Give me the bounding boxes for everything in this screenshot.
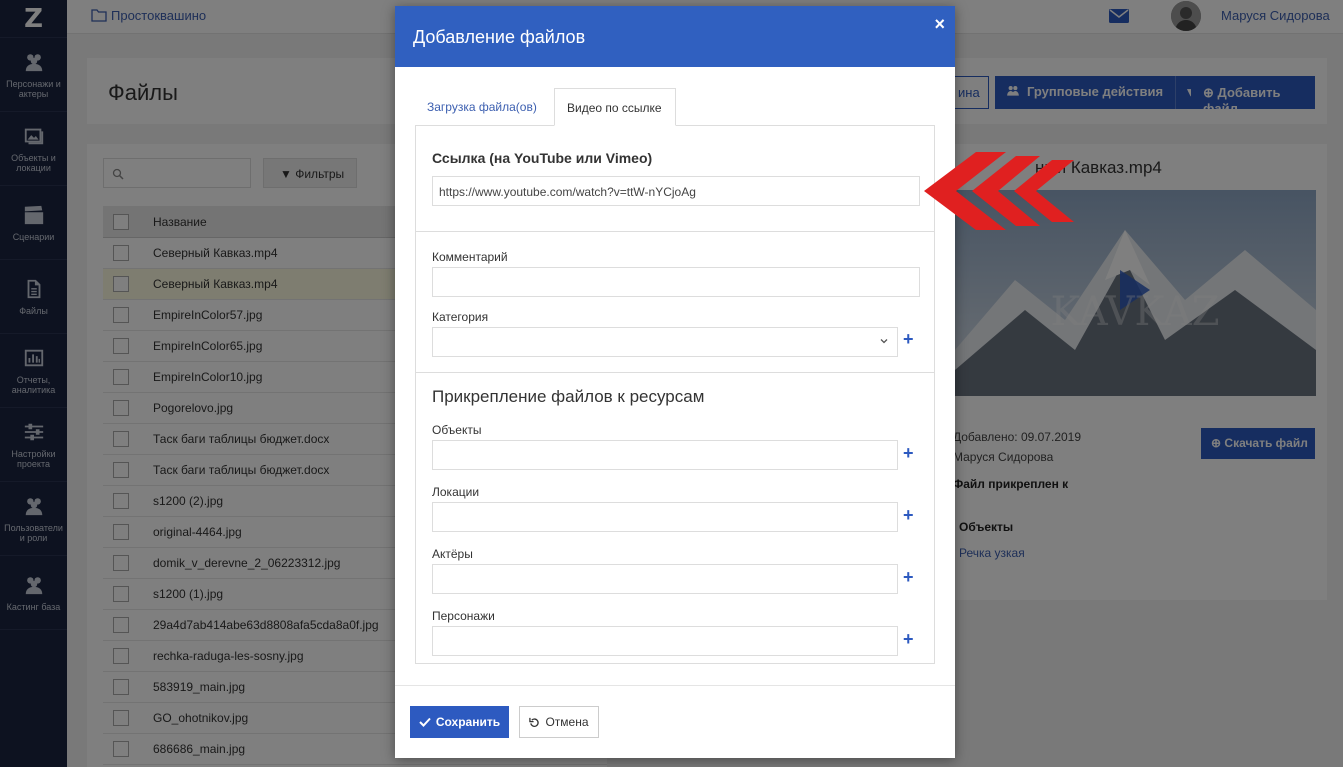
save-button[interactable]: Сохранить	[410, 706, 509, 738]
characters-input[interactable]	[432, 626, 898, 656]
cancel-button[interactable]: Отмена	[519, 706, 599, 738]
add-object-button[interactable]: +	[903, 443, 914, 464]
link-input[interactable]: https://www.youtube.com/watch?v=ttW-nYCj…	[432, 176, 920, 206]
annotation-arrow-icon	[924, 152, 1074, 230]
objects-input[interactable]	[432, 440, 898, 470]
add-category-button[interactable]: +	[903, 329, 914, 350]
link-label: Ссылка (на YouTube или Vimeo)	[432, 150, 653, 166]
close-icon[interactable]: ×	[934, 14, 945, 35]
characters-label: Персонажи	[432, 609, 495, 623]
modal-title: Добавление файлов	[413, 27, 586, 47]
details-section: Комментарий Категория +	[416, 232, 934, 373]
attach-section: Прикрепление файлов к ресурсам Объекты +…	[416, 373, 934, 663]
locations-input[interactable]	[432, 502, 898, 532]
tab-video-link[interactable]: Видео по ссылке	[554, 88, 676, 126]
comment-label: Комментарий	[432, 250, 508, 264]
tab-upload[interactable]: Загрузка файла(ов)	[415, 88, 549, 126]
modal-tabs: Загрузка файла(ов) Видео по ссылке	[415, 88, 935, 126]
cancel-label: Отмена	[545, 715, 589, 729]
category-label: Категория	[432, 310, 489, 324]
comment-input[interactable]	[432, 267, 920, 297]
attach-heading: Прикрепление файлов к ресурсам	[432, 387, 705, 406]
modal-footer: Сохранить Отмена	[395, 685, 955, 758]
modal-header: Добавление файлов ×	[395, 6, 955, 67]
save-label: Сохранить	[435, 715, 501, 729]
category-select[interactable]	[432, 327, 898, 357]
add-character-button[interactable]: +	[903, 629, 914, 650]
undo-icon	[529, 717, 540, 727]
add-actor-button[interactable]: +	[903, 567, 914, 588]
link-section: Ссылка (на YouTube или Vimeo) https://ww…	[416, 126, 934, 232]
locations-label: Локации	[432, 485, 480, 499]
tab-body: Ссылка (на YouTube или Vimeo) https://ww…	[415, 125, 935, 664]
actors-input[interactable]	[432, 564, 898, 594]
add-files-modal: Добавление файлов × Загрузка файла(ов) В…	[395, 6, 955, 758]
add-location-button[interactable]: +	[903, 505, 914, 526]
objects-label: Объекты	[432, 423, 482, 437]
chevron-down-icon	[880, 339, 888, 344]
check-icon	[419, 717, 431, 727]
actors-label: Актёры	[432, 547, 473, 561]
